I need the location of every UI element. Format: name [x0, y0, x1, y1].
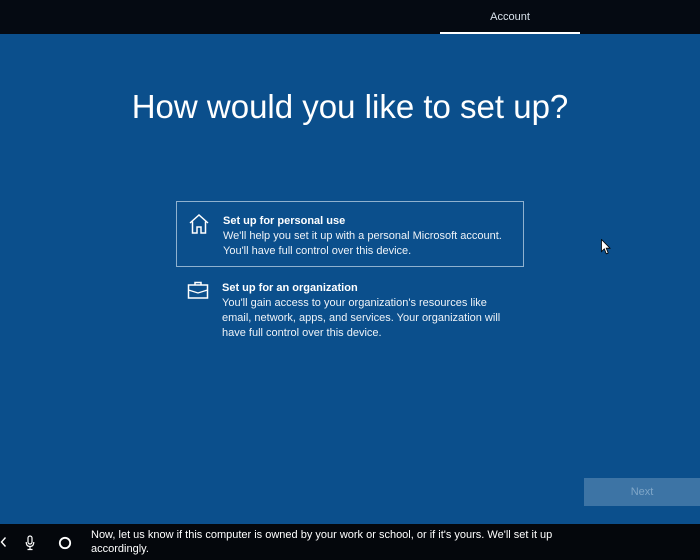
home-icon [189, 213, 209, 234]
option-organization-description: You'll gain access to your organization'… [222, 297, 501, 339]
next-button[interactable]: Next [584, 478, 700, 506]
option-personal-description: We'll help you set it up with a personal… [223, 230, 502, 257]
back-chevron-icon[interactable] [0, 536, 8, 548]
option-personal-use[interactable]: Set up for personal use We'll help you s… [176, 201, 524, 267]
top-bar [0, 0, 700, 34]
tab-active-indicator [440, 32, 580, 34]
option-organization-title: Set up for an organization [222, 282, 358, 294]
briefcase-icon [187, 281, 209, 299]
tab-account[interactable]: Account [440, 0, 580, 34]
narration-text: Now, let us know if this computer is own… [91, 529, 553, 555]
cortana-circle-icon[interactable] [58, 536, 72, 550]
option-personal-title: Set up for personal use [223, 215, 346, 227]
option-organization[interactable]: Set up for an organization You'll gain a… [176, 278, 524, 344]
page-title: How would you like to set up? [131, 88, 569, 125]
microphone-icon[interactable] [24, 535, 36, 551]
mouse-cursor-icon [601, 239, 611, 255]
